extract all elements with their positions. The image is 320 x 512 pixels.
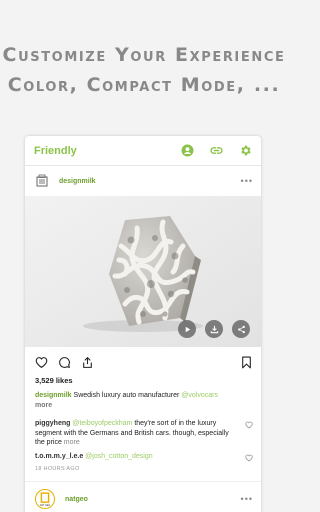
likes-count[interactable]: 3,529 likes bbox=[25, 376, 261, 385]
caption-mention[interactable]: @volvocars bbox=[181, 392, 218, 399]
comment-heart-icon[interactable] bbox=[245, 454, 253, 462]
app-title: Friendly bbox=[34, 144, 77, 157]
account-circle-icon[interactable] bbox=[179, 143, 195, 159]
avatar[interactable]: NAT GEO bbox=[35, 489, 55, 509]
comment-icon[interactable] bbox=[58, 356, 71, 369]
more-options-icon[interactable]: ••• bbox=[241, 176, 253, 186]
more-options-icon[interactable]: ••• bbox=[241, 494, 253, 504]
post-timestamp: 18 HOURS AGO bbox=[35, 466, 80, 472]
post-image[interactable] bbox=[25, 196, 261, 347]
avatar[interactable] bbox=[35, 174, 49, 188]
comment-mention[interactable]: @josh_cotton_design bbox=[85, 453, 152, 460]
bookmark-icon[interactable] bbox=[240, 356, 253, 369]
link-icon[interactable] bbox=[208, 143, 224, 159]
svg-text:NAT GEO: NAT GEO bbox=[40, 504, 50, 507]
post-header: designmilk ••• bbox=[25, 166, 261, 196]
post-actions bbox=[25, 347, 261, 377]
comment-more-link[interactable]: more bbox=[64, 439, 80, 446]
gear-icon[interactable] bbox=[237, 143, 253, 159]
post-caption: designmilk Swedish luxury auto manufactu… bbox=[25, 391, 261, 411]
comment-username[interactable]: t.o.m.m.y_l.e.e bbox=[35, 453, 83, 460]
phone-screen: Friendly designmilk ••• 3,529 likes desi… bbox=[25, 136, 261, 512]
caption-more-link[interactable]: more bbox=[35, 402, 52, 409]
comment-item: piggyheng @teiboyofpeckham they're sort … bbox=[25, 419, 261, 448]
app-bar: Friendly bbox=[25, 136, 261, 166]
download-button[interactable] bbox=[205, 320, 223, 338]
heart-icon[interactable] bbox=[35, 356, 48, 369]
caption-text: Swedish luxury auto manufacturer bbox=[71, 392, 182, 399]
comment-heart-icon[interactable] bbox=[245, 421, 253, 429]
promo-headline-line1: Customize Your Experience bbox=[2, 44, 286, 66]
share-button[interactable] bbox=[232, 320, 250, 338]
play-button[interactable] bbox=[178, 320, 196, 338]
natgeo-logo-icon: NAT GEO bbox=[40, 492, 50, 507]
post-username[interactable]: natgeo bbox=[65, 496, 241, 503]
post-username[interactable]: designmilk bbox=[59, 178, 241, 185]
post-header: NAT GEO natgeo ••• bbox=[25, 482, 261, 512]
promo-headline-line2: Color, Compact Mode, ... bbox=[7, 74, 281, 96]
comment-username[interactable]: piggyheng bbox=[35, 420, 70, 427]
caption-username[interactable]: designmilk bbox=[35, 392, 72, 399]
comment-item: t.o.m.m.y_l.e.e @josh_cotton_design bbox=[25, 452, 261, 462]
share-icon[interactable] bbox=[81, 356, 94, 369]
comment-mention[interactable]: @teiboyofpeckham bbox=[72, 420, 132, 427]
sculpture-image bbox=[25, 196, 261, 347]
